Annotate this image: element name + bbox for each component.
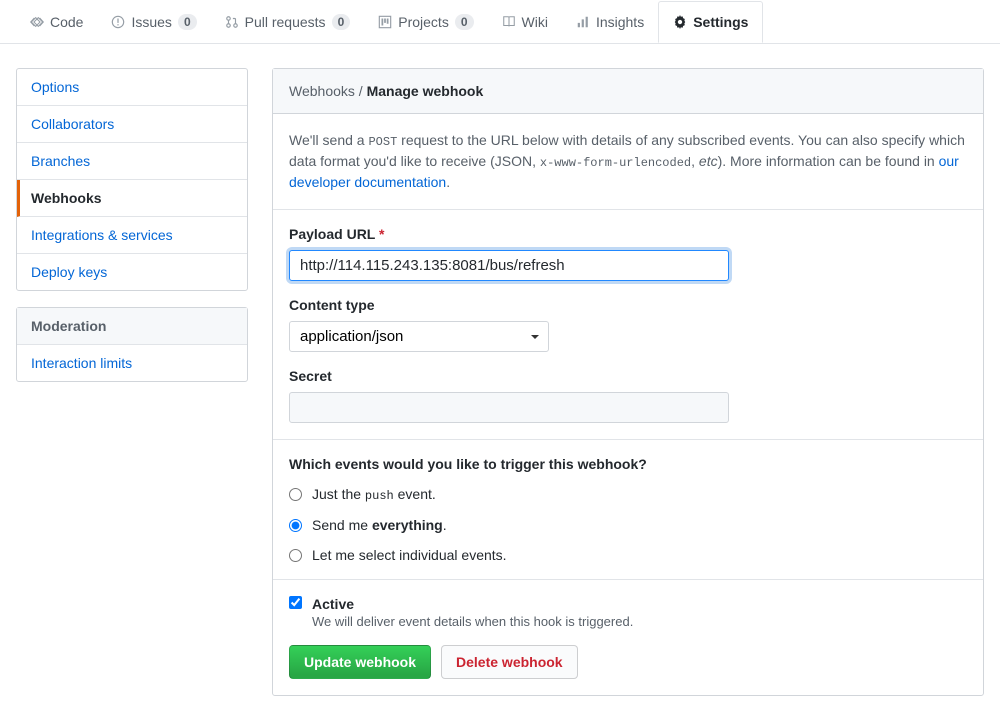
sidebar-item-collaborators[interactable]: Collaborators [17,106,247,143]
tab-label: Wiki [522,14,548,30]
sidebar-item-webhooks[interactable]: Webhooks [17,180,247,217]
sidebar-item-branches[interactable]: Branches [17,143,247,180]
secret-input[interactable] [289,392,729,423]
gear-icon [673,15,687,29]
sidebar-item-deploy-keys[interactable]: Deploy keys [17,254,247,290]
breadcrumb: Webhooks / Manage webhook [273,69,983,114]
pulls-count: 0 [332,14,351,30]
code-icon [30,15,44,29]
radio-everything[interactable] [289,519,302,532]
intro-section: We'll send a POST request to the URL bel… [273,114,983,210]
post-code: POST [368,135,397,149]
active-checkbox[interactable] [289,596,302,609]
graph-icon [576,15,590,29]
events-section: Which events would you like to trigger t… [273,440,983,580]
breadcrumb-parent[interactable]: Webhooks [289,83,355,99]
active-label: Active [312,596,633,612]
required-marker: * [379,226,384,242]
active-desc: We will deliver event details when this … [312,614,633,629]
settings-sidebar: Options Collaborators Branches Webhooks … [16,68,248,696]
tab-label: Settings [693,14,748,30]
tab-label: Code [50,14,83,30]
moderation-heading: Moderation [17,308,247,345]
issues-count: 0 [178,14,197,30]
form-section: Payload URL * Content type application/j… [273,210,983,440]
tab-pull-requests[interactable]: Pull requests 0 [211,2,365,42]
tab-insights[interactable]: Insights [562,2,658,42]
content-type-label: Content type [289,297,967,313]
events-title: Which events would you like to trigger t… [289,456,967,472]
project-icon [378,15,392,29]
settings-menu: Options Collaborators Branches Webhooks … [16,68,248,291]
issue-icon [111,15,125,29]
tab-issues[interactable]: Issues 0 [97,2,210,42]
payload-url-input[interactable] [289,250,729,281]
tab-settings[interactable]: Settings [658,1,763,43]
moderation-menu: Moderation Interaction limits [16,307,248,382]
secret-label: Secret [289,368,967,384]
pull-request-icon [225,15,239,29]
tab-label: Issues [131,14,171,30]
repo-tabs: Code Issues 0 Pull requests 0 Projects 0… [0,0,1000,44]
tab-projects[interactable]: Projects 0 [364,2,487,42]
tab-label: Pull requests [245,14,326,30]
sidebar-item-integrations[interactable]: Integrations & services [17,217,247,254]
update-webhook-button[interactable]: Update webhook [289,645,431,679]
radio-push[interactable] [289,488,302,501]
event-option-push[interactable]: Just the push event. [289,486,967,503]
breadcrumb-sep: / [355,83,367,99]
tab-label: Insights [596,14,644,30]
radio-individual[interactable] [289,549,302,562]
delete-webhook-button[interactable]: Delete webhook [441,645,578,679]
book-icon [502,15,516,29]
tab-label: Projects [398,14,449,30]
projects-count: 0 [455,14,474,30]
form-urlencoded-code: x-www-form-urlencoded [540,156,691,170]
breadcrumb-current: Manage webhook [367,83,484,99]
event-option-individual[interactable]: Let me select individual events. [289,547,967,563]
main-content: Webhooks / Manage webhook We'll send a P… [272,68,984,696]
sidebar-item-interaction-limits[interactable]: Interaction limits [17,345,247,381]
content-type-select[interactable]: application/json [289,321,549,352]
webhook-box: Webhooks / Manage webhook We'll send a P… [272,68,984,696]
active-section: Active We will deliver event details whe… [273,580,983,695]
event-option-everything[interactable]: Send me everything. [289,517,967,533]
payload-url-label: Payload URL * [289,226,967,242]
tab-code[interactable]: Code [16,2,97,42]
intro-text: We'll send a POST request to the URL bel… [289,130,967,193]
sidebar-item-options[interactable]: Options [17,69,247,106]
tab-wiki[interactable]: Wiki [488,2,562,42]
